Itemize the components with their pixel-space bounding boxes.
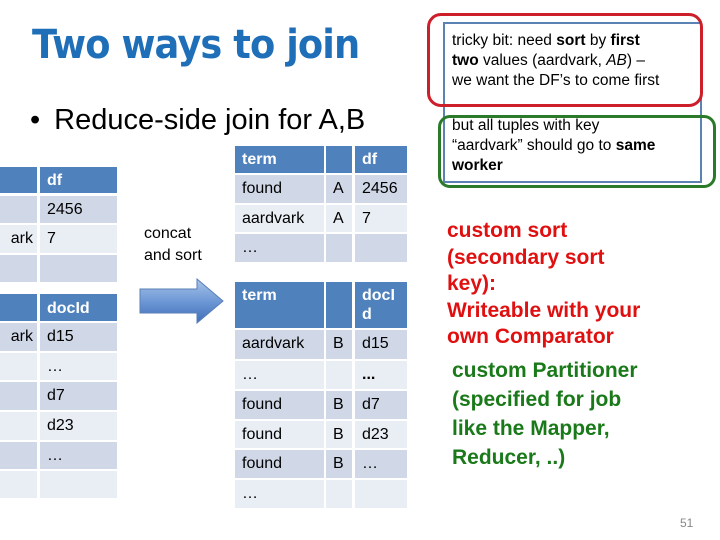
bullet-point: • Reduce-side join for A,B — [30, 104, 365, 137]
table-cell: found — [235, 175, 324, 203]
table-cell — [326, 234, 352, 262]
note-line: (secondary sort — [447, 245, 605, 269]
table-cell: d23 — [40, 412, 117, 440]
table-cell — [0, 255, 37, 282]
callout-bold-same: same — [615, 137, 656, 154]
table-cell: A — [326, 205, 352, 232]
table-cell: aardvark — [235, 330, 324, 359]
callout-text-line: we want the DF’s to come first — [452, 72, 660, 89]
table-cell: d7 — [355, 391, 407, 419]
table-header-cell: df — [355, 146, 407, 173]
table-cell — [0, 353, 37, 380]
table-cell — [0, 382, 37, 410]
table-cell — [0, 471, 37, 498]
table-cell: B — [326, 330, 352, 359]
table-cell: B — [326, 421, 352, 448]
docid-header-line2: d — [362, 306, 372, 323]
callout-text-line: but all tuples with key — [452, 117, 600, 134]
custom-partitioner-note: custom Partitioner (specified for job li… — [452, 356, 638, 472]
table-header-cell — [0, 294, 37, 321]
table-header-cell: docId — [40, 294, 117, 321]
table-cell: found — [235, 450, 324, 478]
table-cell: d7 — [40, 382, 117, 410]
bullet-text: Reduce-side join for A,B — [54, 104, 366, 136]
note-line: custom Partitioner — [452, 359, 638, 382]
note-line: custom sort — [447, 219, 568, 242]
table-cell: aardvark — [235, 205, 324, 232]
table-cell: ark — [0, 225, 37, 253]
table-cell: ... — [355, 361, 407, 389]
table-cell: … — [235, 361, 324, 389]
table-cell — [0, 412, 37, 440]
table-cell — [355, 234, 407, 262]
table-cell: d23 — [355, 421, 407, 448]
table-cell — [40, 471, 117, 498]
table-cell: … — [235, 480, 324, 508]
sort-callout-text: tricky bit: need sort by first two value… — [452, 31, 659, 91]
table-cell — [355, 480, 407, 508]
table-cell: found — [235, 391, 324, 419]
table-cell: 2456 — [355, 175, 407, 203]
table-cell: 2456 — [40, 196, 117, 223]
table-header-cell: term — [235, 282, 324, 328]
table-header-cell — [326, 146, 352, 173]
callout-text-span: by — [585, 32, 611, 49]
table-cell: B — [326, 391, 352, 419]
partition-callout-text: but all tuples with key “aardvark” shoul… — [452, 116, 655, 176]
note-line: like the Mapper, — [452, 417, 610, 440]
table-cell — [0, 196, 37, 223]
table-cell — [40, 255, 117, 282]
note-line: Reducer, ..) — [452, 446, 566, 469]
docid-header-line1: docI — [362, 287, 395, 304]
table-cell — [326, 361, 352, 389]
table-cell: found — [235, 421, 324, 448]
note-line: (specified for job — [452, 388, 622, 411]
callout-bold-sort: sort — [556, 32, 586, 49]
note-line: Writeable with your — [447, 298, 641, 322]
table-cell: 7 — [40, 225, 117, 253]
table-cell: … — [235, 234, 324, 262]
custom-sort-note: custom sort (secondary sort key): Writea… — [447, 218, 640, 351]
note-line: key): — [447, 272, 497, 295]
table-cell: … — [40, 442, 117, 469]
callout-text-span: ) – — [626, 52, 645, 69]
right-arrow-icon — [139, 278, 224, 324]
page-number: 51 — [680, 516, 694, 530]
table-cell: d15 — [355, 330, 407, 359]
table-header-cell: docI d — [355, 282, 407, 328]
callout-text-span: values (aardvark, — [478, 52, 607, 69]
callout-bold-worker: worker — [452, 157, 503, 174]
bullet-icon: • — [30, 104, 41, 136]
table-cell — [0, 442, 37, 469]
callout-bold-two: two — [452, 52, 479, 69]
table-cell: A — [326, 175, 352, 203]
table-cell: ark — [0, 323, 37, 351]
table-cell: … — [40, 353, 117, 380]
table-header-cell: term — [235, 146, 324, 173]
table-header-cell: df — [40, 167, 117, 193]
table-header-cell — [326, 282, 352, 328]
callout-text-span: “aardvark” should go to — [452, 137, 616, 154]
note-line: own Comparator — [447, 325, 614, 348]
table-cell: B — [326, 450, 352, 478]
concat-label-line2: and sort — [144, 247, 202, 264]
concat-label-line1: concat — [144, 225, 192, 242]
table-header-cell — [0, 167, 37, 193]
table-cell: … — [355, 450, 407, 478]
table-cell: 7 — [355, 205, 407, 232]
table-cell — [326, 480, 352, 508]
concat-and-sort-label: concat and sort — [144, 223, 202, 267]
slide-title: Two ways to join — [32, 22, 360, 68]
callout-italic-ab: AB — [606, 52, 627, 69]
table-cell: d15 — [40, 323, 117, 351]
callout-text-span: tricky bit: need — [452, 32, 557, 49]
callout-bold-first: first — [610, 32, 640, 49]
